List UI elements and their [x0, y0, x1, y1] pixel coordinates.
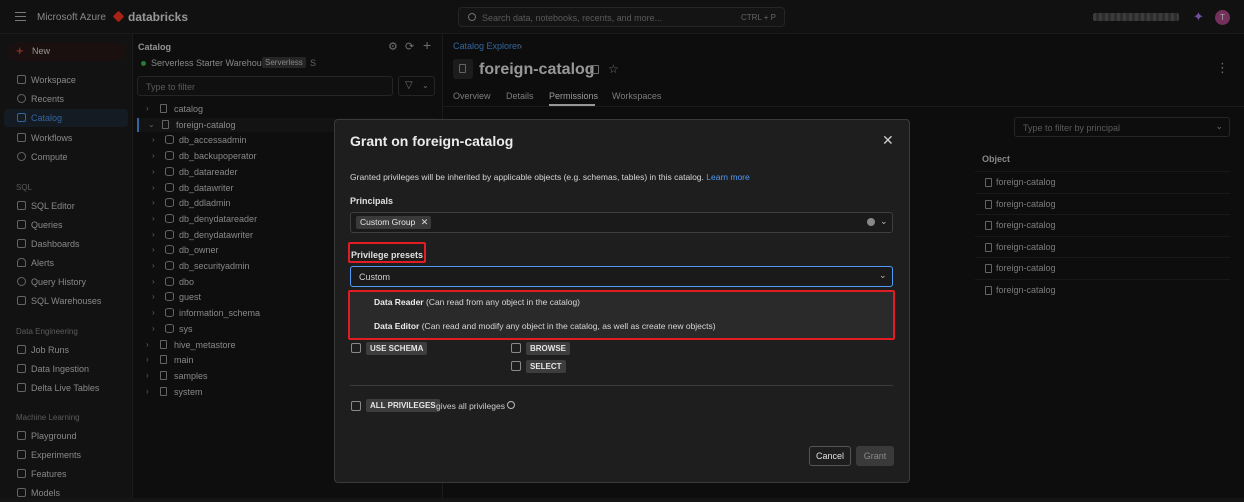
cancel-button[interactable]: Cancel: [809, 446, 851, 466]
grant-button-label: Grant: [863, 451, 887, 461]
divider: [350, 385, 893, 386]
privilege-select: SELECT: [526, 360, 566, 373]
presets-label: Privilege presets: [351, 250, 424, 260]
privilege-browse: BROWSE: [526, 342, 570, 355]
checkbox-browse[interactable]: [511, 343, 521, 353]
principal-chip-label: Custom Group: [360, 217, 416, 227]
info-icon[interactable]: [507, 401, 515, 409]
grant-dialog: Grant on foreign-catalog ✕ Granted privi…: [334, 119, 910, 483]
checkbox-use-schema[interactable]: [351, 343, 361, 353]
principals-label: Principals: [350, 196, 394, 206]
principals-input[interactable]: Custom Group ✕ ⌄: [350, 212, 893, 233]
privilege-all: ALL PRIVILEGES: [366, 399, 440, 412]
dialog-info: Granted privileges will be inherited by …: [350, 172, 750, 182]
all-privileges-note: gives all privileges: [436, 401, 505, 411]
presets-select-value: Custom: [359, 272, 391, 282]
dialog-title: Grant on foreign-catalog: [350, 133, 514, 149]
highlight-preset-options: [348, 290, 895, 340]
principal-chip[interactable]: Custom Group ✕: [356, 216, 432, 229]
remove-chip-icon[interactable]: ✕: [421, 216, 429, 229]
grant-button[interactable]: Grant: [856, 446, 894, 466]
learn-more-link[interactable]: Learn more: [706, 172, 749, 182]
presets-select[interactable]: Custom ⌄: [350, 266, 893, 287]
checkbox-select[interactable]: [511, 361, 521, 371]
dialog-info-text: Granted privileges will be inherited by …: [350, 172, 704, 182]
cancel-button-label: Cancel: [815, 451, 844, 461]
checkbox-all-privileges[interactable]: [351, 401, 361, 411]
chevron-down-icon[interactable]: ⌄: [880, 216, 888, 227]
privilege-use-schema: USE SCHEMA: [366, 342, 428, 355]
chevron-down-icon: ⌄: [879, 270, 887, 280]
clear-icon[interactable]: [867, 218, 875, 226]
close-icon[interactable]: ✕: [882, 132, 894, 149]
